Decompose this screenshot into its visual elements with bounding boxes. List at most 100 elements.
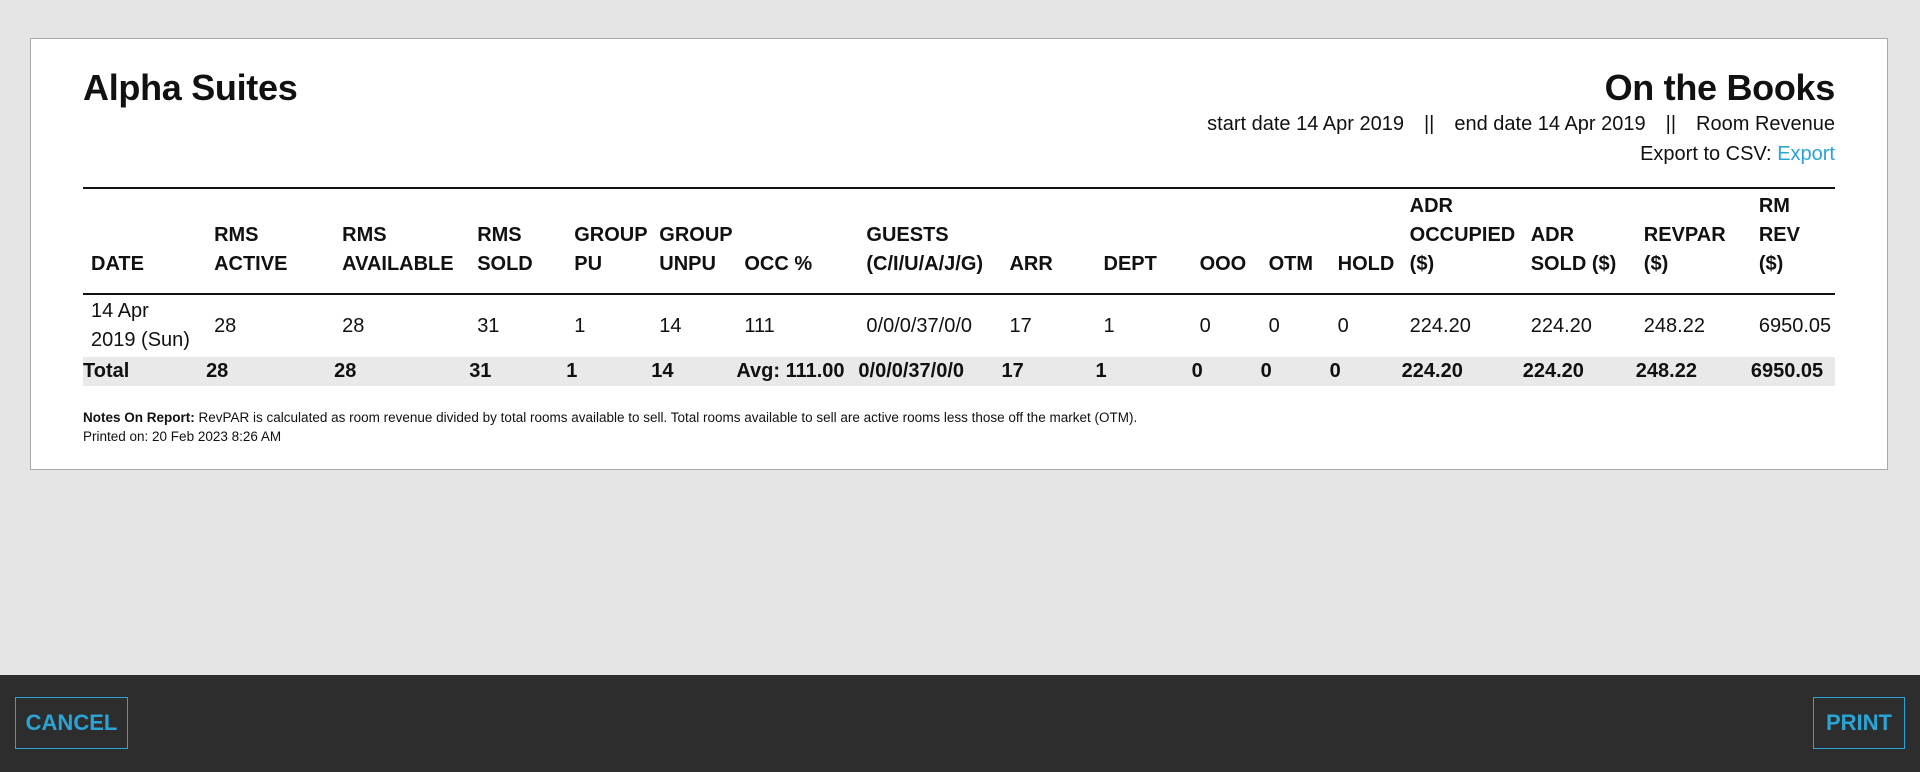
column-header: GUESTS (C/I/U/A/J/G) [858, 189, 1002, 295]
cancel-button[interactable]: CANCEL [15, 697, 128, 749]
table-row: 14 Apr 2019 (Sun) 28 28 31 1 14 111 0/0/0/37/0/0… [83, 294, 1835, 357]
column-header-line: SOLD [477, 253, 533, 275]
notes-text: RevPAR is calculated as room revenue div… [198, 410, 1138, 425]
column-header-line: ACTIVE [214, 253, 288, 275]
column-header: DATE [83, 189, 207, 295]
total-cell: 14 [651, 357, 737, 386]
column-header: ADR SOLD ($) [1522, 189, 1636, 295]
report-notes: Notes On Report: RevPAR is calculated as… [83, 408, 1137, 446]
end-date: end date 14 Apr 2019 [1454, 113, 1646, 135]
total-cell: 0/0/0/37/0/0 [858, 357, 1002, 386]
total-row: Total 28 28 31 1 14 Avg: 111.00 0/0/0/37/0/0 17 1… [83, 357, 1835, 386]
printed-on: Printed on: 20 Feb 2023 8:26 AM [83, 429, 282, 444]
column-header-line: REVPAR [1643, 224, 1726, 246]
export-label: Export to CSV: [1640, 143, 1772, 165]
column-header: RM REV ($) [1750, 189, 1835, 295]
column-header-line: OTM [1268, 253, 1314, 275]
column-header: OOO [1191, 189, 1261, 295]
start-date: start date 14 Apr 2019 [1207, 113, 1404, 135]
column-header-line: ($) [1758, 253, 1784, 275]
column-header-line: GROUP [574, 224, 648, 246]
column-header: RMS AVAILABLE [334, 189, 470, 295]
column-header-line: RMS [342, 224, 387, 246]
column-header-line: (C/I/U/A/J/G) [866, 253, 984, 275]
column-header-line: ($) [1409, 253, 1435, 275]
table-cell: 224.20 [1530, 314, 1592, 337]
total-cell: 17 [1001, 357, 1096, 386]
column-header-line: ARR [1009, 253, 1053, 275]
table-cell: 0 [1337, 314, 1349, 337]
table-cell: 6950.05 [1758, 314, 1832, 337]
column-header: GROUP UNPU [651, 189, 737, 295]
column-header: GROUP PU [566, 189, 652, 295]
column-header-line: OCCUPIED [1409, 224, 1516, 246]
column-header: REVPAR ($) [1635, 189, 1751, 295]
table-cell: 14 [659, 314, 682, 337]
column-header: ADR OCCUPIED ($) [1401, 189, 1523, 295]
total-cell: Avg: 111.00 [736, 357, 859, 386]
table-cell: 0 [1268, 314, 1280, 337]
report-table: DATE RMS ACTIVE RMS AVAILABLE RMS SOLD GROUP PU G… [83, 189, 1835, 386]
column-header-line: GROUP [659, 224, 733, 246]
column-header: RMS SOLD [469, 189, 567, 295]
table-header-row: DATE RMS ACTIVE RMS AVAILABLE RMS SOLD GROUP PU G… [83, 189, 1835, 295]
table-cell: 111 [744, 314, 775, 337]
column-header-line: PU [574, 253, 603, 275]
column-header-line: ADR [1530, 224, 1575, 246]
total-label: Total [83, 357, 207, 386]
column-header: DEPT [1095, 189, 1192, 295]
export-line: Export to CSV: Export [1640, 143, 1835, 166]
column-header: OCC % [736, 189, 859, 295]
column-header-line: ADR [1409, 195, 1453, 217]
table-cell: 224.20 [1409, 314, 1471, 337]
total-cell: 6950.05 [1750, 357, 1835, 386]
table-cell: 0 [1199, 314, 1211, 337]
column-header-line: RMS [477, 224, 522, 246]
separator: || [1423, 113, 1435, 135]
table-cell: 28 [214, 314, 237, 337]
table-cell: 1 [1103, 314, 1115, 337]
column-header-line: HOLD [1337, 253, 1395, 275]
total-cell: 31 [469, 357, 567, 386]
column-header-line: DATE [91, 253, 144, 275]
notes-label: Notes On Report: [83, 410, 195, 425]
column-header-line: OOO [1199, 253, 1247, 275]
report-panel: Alpha Suites On the Books start date 14 … [30, 38, 1888, 470]
date-cell: 14 Apr 2019 (Sun) [83, 294, 206, 357]
total-cell: 1 [1095, 357, 1192, 386]
column-header: OTM [1260, 189, 1330, 295]
column-header-line: RM REV [1758, 195, 1800, 246]
table-cell: 31 [477, 314, 500, 337]
total-cell: 0 [1191, 357, 1261, 386]
column-header-line: DEPT [1103, 253, 1157, 275]
table-cell: 0/0/0/37/0/0 [866, 314, 973, 337]
total-cell: 1 [566, 357, 652, 386]
date-line: 14 Apr [91, 300, 149, 322]
hotel-name: Alpha Suites [83, 67, 298, 108]
column-header: ARR [1001, 189, 1096, 295]
table-cell: 248.22 [1643, 314, 1705, 337]
column-header-line: RMS [214, 224, 259, 246]
notes-line: Notes On Report: RevPAR is calculated as… [83, 408, 1137, 427]
column-header: RMS ACTIVE [206, 189, 335, 295]
print-button[interactable]: PRINT [1813, 697, 1905, 749]
total-cell: 248.22 [1635, 357, 1751, 386]
table-body: 14 Apr 2019 (Sun) 28 28 31 1 14 111 0/0/0/37/0/0… [83, 294, 1835, 386]
report-title: On the Books [1604, 67, 1836, 108]
total-cell: 224.20 [1522, 357, 1636, 386]
export-link[interactable]: Export [1777, 143, 1835, 165]
footer-bar: CANCEL PRINT [0, 675, 1920, 772]
date-line: 2019 (Sun) [91, 329, 190, 351]
total-cell: 28 [206, 357, 335, 386]
column-header-line: OCC % [744, 253, 813, 275]
column-header-line: AVAILABLE [342, 253, 454, 275]
column-header-line: UNPU [659, 253, 716, 275]
column-header: HOLD [1329, 189, 1402, 295]
table-cell: 28 [342, 314, 365, 337]
column-header-line: ($) [1643, 253, 1669, 275]
total-cell: 28 [334, 357, 470, 386]
report-date-range: start date 14 Apr 2019 || end date 14 Apr … [1207, 113, 1835, 136]
column-header-line: GUESTS [866, 224, 949, 246]
column-header-line: SOLD ($) [1530, 253, 1617, 275]
total-cell: 0 [1260, 357, 1330, 386]
